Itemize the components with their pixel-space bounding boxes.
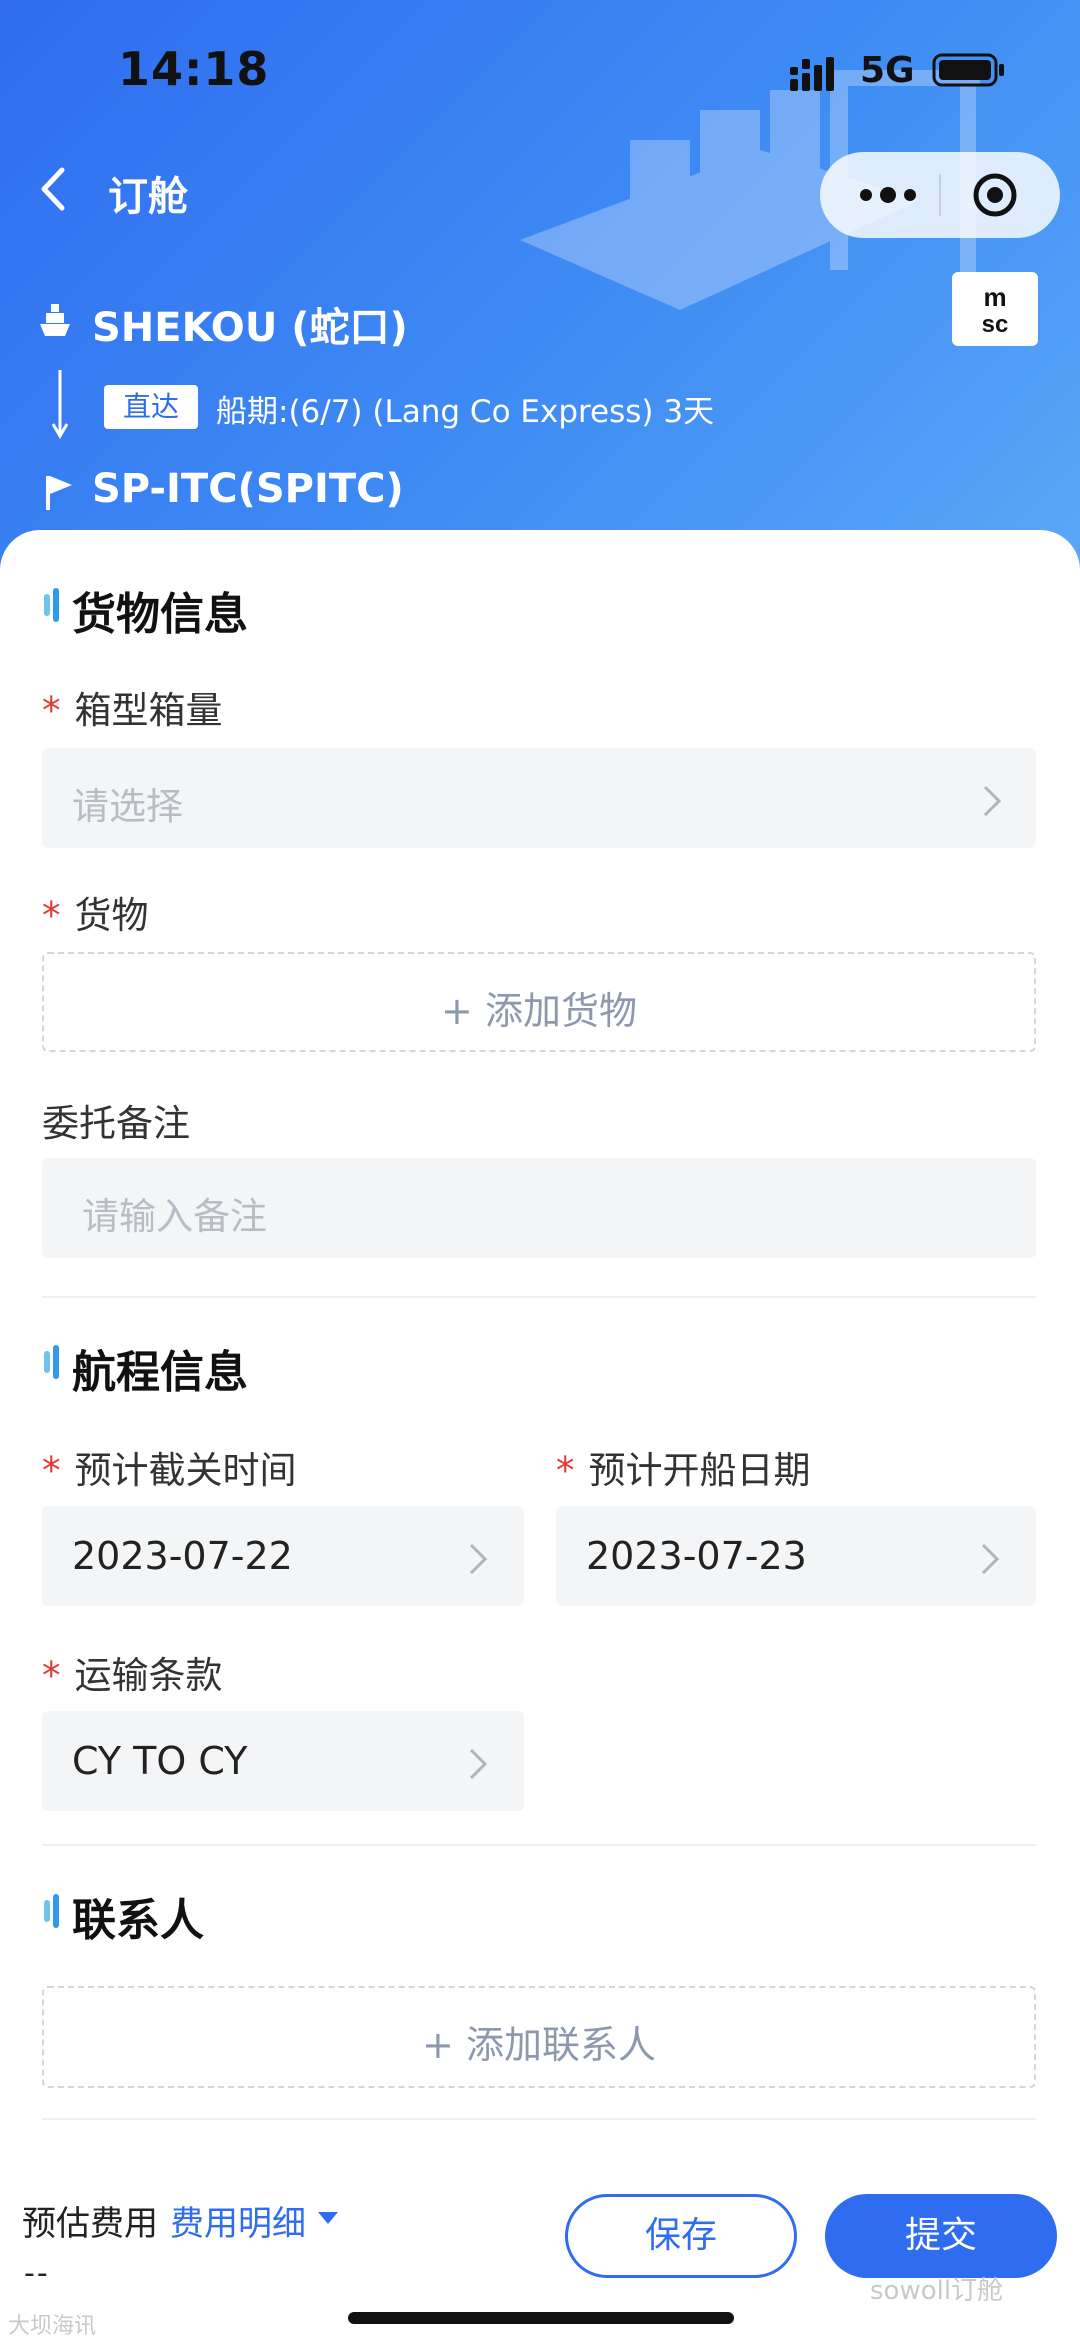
required-mark: *	[42, 894, 61, 937]
departure-label: * 预计开船日期	[556, 1440, 811, 1494]
ship-icon	[40, 304, 70, 336]
submit-button[interactable]: 提交	[825, 2194, 1057, 2278]
destination-port: SP-ITC(SPITC)	[92, 466, 404, 512]
section-marker-icon	[44, 1894, 59, 1928]
chevron-right-icon	[983, 785, 1002, 817]
caret-down-icon[interactable]	[316, 2210, 340, 2226]
cargo-label: * 货物	[42, 885, 149, 939]
contact-section-title: 联系人	[72, 1895, 204, 1946]
departure-date-value: 2023-07-23	[586, 1534, 807, 1578]
section-divider	[42, 1296, 1036, 1298]
fee-detail-link[interactable]: 费用明细	[170, 2196, 306, 2245]
home-indicator	[348, 2312, 734, 2324]
nav-bar: 订舱	[0, 140, 1080, 240]
schedule-text: 船期:(6/7) (Lang Co Express) 3天	[216, 394, 715, 430]
departure-date-field[interactable]: 2023-07-23	[556, 1506, 1036, 1606]
cutoff-date-field[interactable]: 2023-07-22	[42, 1506, 524, 1606]
arrow-down-icon	[51, 370, 69, 439]
battery-icon	[932, 53, 1004, 87]
chevron-right-icon	[469, 1748, 488, 1780]
cutoff-label-text: 预计截关时间	[74, 1449, 297, 1492]
add-cargo-button[interactable]: + 添加货物	[42, 952, 1036, 1052]
page-title: 订舱	[108, 174, 188, 220]
more-dots-icon[interactable]	[858, 182, 918, 208]
required-mark: *	[42, 689, 61, 732]
section-divider	[42, 2118, 1036, 2120]
required-mark: *	[42, 1654, 61, 1697]
header: 14:18 5G 订舱 m sc SHEKOU (蛇口) 直达 船期:(6/7)…	[0, 0, 1080, 600]
capsule-divider	[939, 174, 941, 216]
remark-input[interactable]: 请输入备注	[42, 1158, 1036, 1258]
svg-text:sc: sc	[982, 311, 1009, 336]
remark-label: 委托备注	[42, 1102, 190, 1145]
terms-select[interactable]: CY TO CY	[42, 1711, 524, 1811]
estimate-label: 预估费用	[22, 2204, 158, 2244]
form-card: 货物信息 * 箱型箱量 请选择 * 货物 + 添加货物 委托备注 请输入备注 航程信…	[0, 530, 1080, 2337]
required-mark: *	[556, 1449, 575, 1492]
cutoff-label: * 预计截关时间	[42, 1440, 297, 1494]
back-arrow-icon[interactable]	[34, 164, 74, 214]
chevron-right-icon	[981, 1543, 1000, 1575]
estimate-value: --	[24, 2256, 50, 2291]
voyage-section-title: 航程信息	[72, 1347, 248, 1398]
watermark-right: sowoll订舱	[870, 2276, 1004, 2306]
status-time: 14:18	[118, 42, 270, 96]
origin-port: SHEKOU (蛇口)	[92, 305, 408, 351]
msc-logo: m sc	[982, 282, 1009, 338]
network-type: 5G	[860, 50, 915, 91]
section-marker-icon	[44, 588, 59, 622]
section-divider	[42, 1844, 1036, 1846]
flag-icon	[46, 476, 72, 510]
add-cargo-label: + 添加货物	[441, 989, 637, 1033]
watermark-left: 大坝海讯	[8, 2314, 97, 2339]
direct-badge: 直达	[104, 385, 198, 429]
departure-label-text: 预计开船日期	[588, 1449, 811, 1492]
save-button[interactable]: 保存	[565, 2194, 797, 2278]
add-contact-label: + 添加联系人	[422, 2023, 656, 2067]
container-placeholder: 请选择	[72, 785, 183, 828]
remark-placeholder: 请输入备注	[82, 1195, 267, 1238]
section-marker-icon	[44, 1345, 59, 1379]
terms-label-text: 运输条款	[74, 1654, 223, 1697]
target-icon[interactable]	[972, 172, 1018, 218]
carrier-logo: m sc	[952, 272, 1038, 346]
chevron-right-icon	[469, 1543, 488, 1575]
bottom-bar: 预估费用 费用明细 -- 保存 提交 大坝海讯 sowoll订舱	[0, 2170, 1080, 2339]
status-bar: 14:18 5G	[0, 0, 1080, 140]
container-select[interactable]: 请选择	[42, 748, 1036, 848]
add-contact-button[interactable]: + 添加联系人	[42, 1986, 1036, 2088]
signal-icon	[790, 57, 834, 91]
svg-text:m: m	[983, 282, 1006, 312]
terms-value: CY TO CY	[72, 1739, 248, 1783]
terms-label: * 运输条款	[42, 1645, 223, 1699]
cargo-section-title: 货物信息	[72, 589, 248, 640]
container-label: * 箱型箱量	[42, 680, 223, 734]
mini-program-capsule	[820, 152, 1060, 238]
required-mark: *	[42, 1449, 61, 1492]
container-label-text: 箱型箱量	[74, 689, 223, 732]
cargo-label-text: 货物	[74, 894, 149, 937]
cutoff-date-value: 2023-07-22	[72, 1534, 293, 1578]
